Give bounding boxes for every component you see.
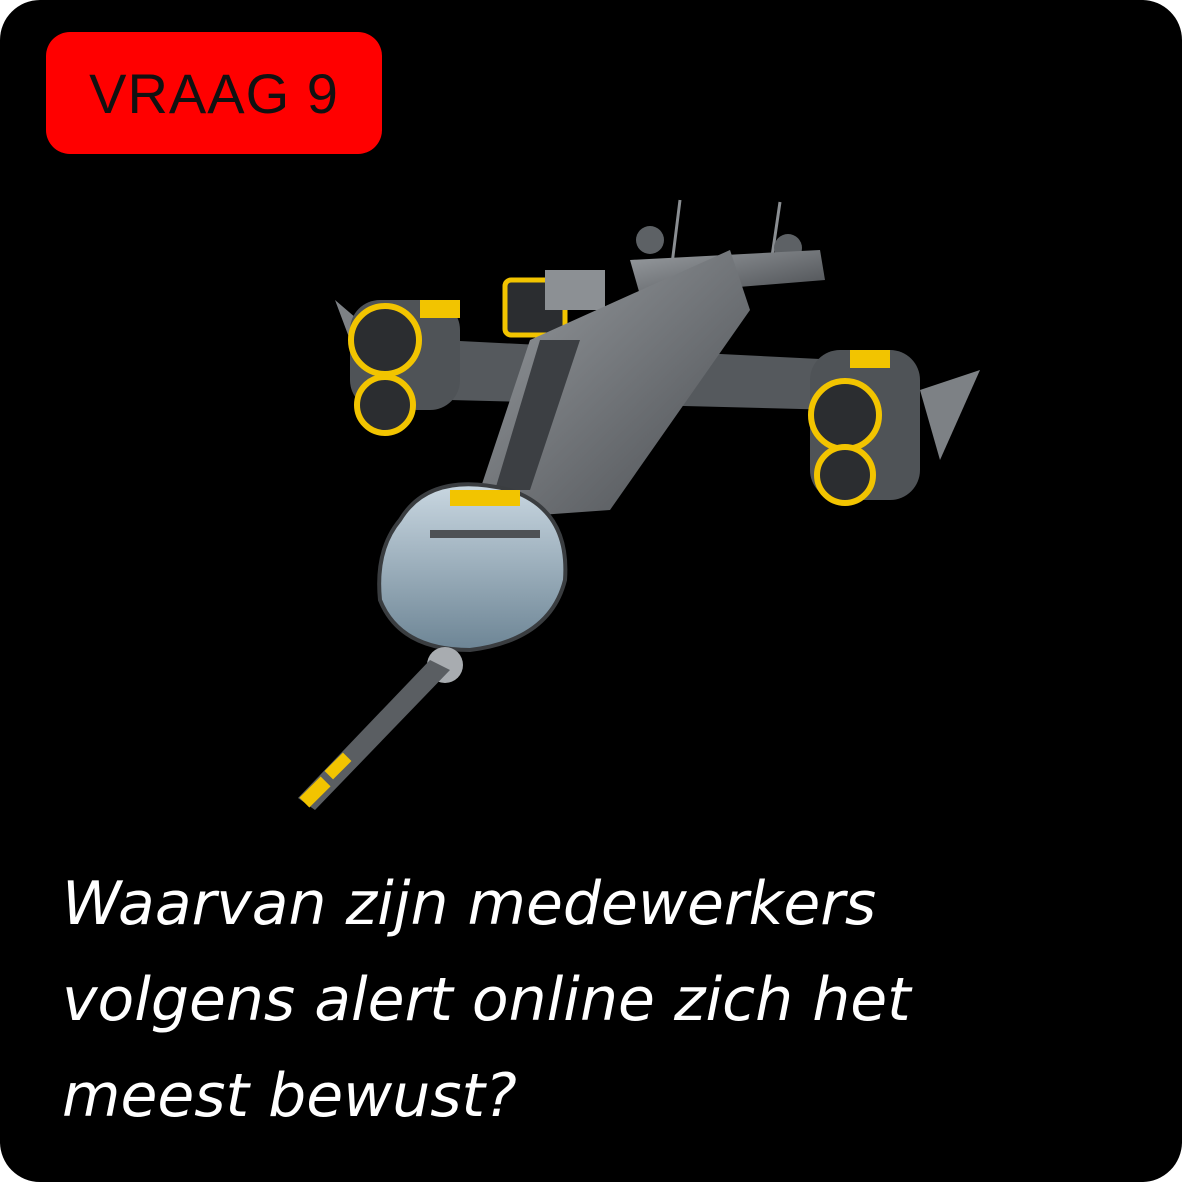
spaceship-illustration xyxy=(298,199,980,810)
question-number-label: VRAAG 9 xyxy=(89,61,339,125)
question-text: Waarvan zijn medewerkers volgens alert o… xyxy=(62,869,911,1131)
question-card: VRAAG 9 Waarvan zijn medewerkers volgens… xyxy=(0,0,1182,1182)
question-number-badge: VRAAG 9 xyxy=(46,32,382,154)
